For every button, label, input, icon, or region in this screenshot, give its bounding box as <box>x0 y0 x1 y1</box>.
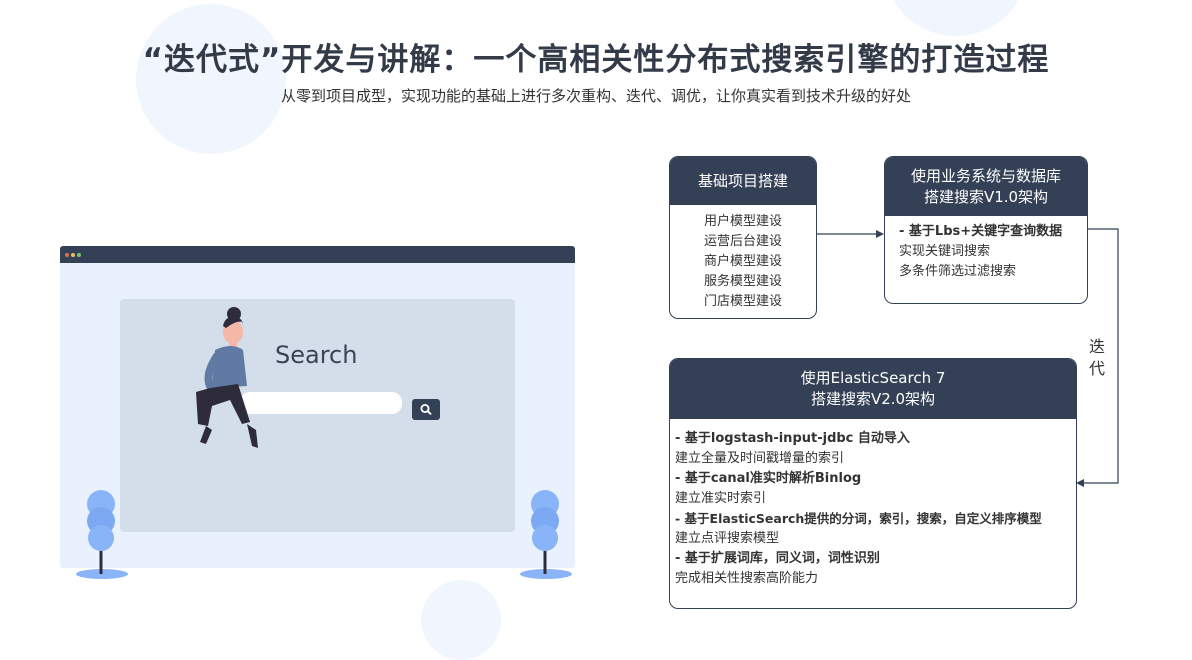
arrow-box1-to-box2 <box>817 230 884 238</box>
box2-item: 实现关键词搜索 <box>899 244 991 259</box>
box2-item: - 基于Lbs+关键字查询数据 <box>899 224 1063 239</box>
box-v1-body: - 基于Lbs+关键字查询数据 实现关键词搜索 多条件筛选过滤搜索 <box>885 216 1087 282</box>
box1-item: 门店模型建设 <box>703 294 782 309</box>
box-v1-header: 使用业务系统与数据库 搭建搜索V1.0架构 <box>885 157 1087 216</box>
box-v1-title-line2: 搭建搜索V1.0架构 <box>923 188 1049 206</box>
box3-item: 建立准实时索引 <box>675 491 767 506</box>
tree-illustration-left <box>76 490 128 579</box>
browser-illustration: Search <box>60 246 575 568</box>
box1-item: 商户模型建设 <box>703 254 782 269</box>
page-subtitle: 从零到项目成型，实现功能的基础上进行多次重构、迭代、调优，让你真实看到技术升级的… <box>280 87 911 105</box>
page-title: “迭代式”开发与讲解：一个高相关性分布式搜索引擎的打造过程 <box>142 42 1050 78</box>
box3-item: 完成相关性搜索高阶能力 <box>675 571 819 586</box>
box3-item: 建立全量及时间戳增量的索引 <box>675 451 845 466</box>
box3-item: - 基于扩展词库，同义词，词性识别 <box>675 551 880 566</box>
flow-box-v2-architecture: 使用ElasticSearch 7 搭建搜索V2.0架构 - 基于logstas… <box>669 358 1077 609</box>
box1-item: 服务模型建设 <box>703 274 782 289</box>
box-basic-project-header: 基础项目搭建 <box>670 157 816 205</box>
box2-item: 多条件筛选过滤搜索 <box>899 264 1017 279</box>
box3-item: - 基于logstash-input-jdbc 自动导入 <box>675 431 910 446</box>
flow-box-basic-project: 基础项目搭建 用户模型建设 运营后台建设 商户模型建设 服务模型建设 门店模型建… <box>669 156 817 319</box>
box-v2-body: - 基于logstash-input-jdbc 自动导入 建立全量及时间戳增量的… <box>670 419 1076 589</box>
iteration-label: 迭代 <box>1089 337 1106 378</box>
box3-item: - 基于canal准实时解析Binlog <box>675 471 862 486</box>
background-circle-top-right <box>883 0 1029 36</box>
person-illustration <box>196 307 258 448</box>
background-circle-bottom <box>421 580 501 660</box>
box-v1-title-line1: 使用业务系统与数据库 <box>910 167 1061 185</box>
box3-item: 建立点评搜索模型 <box>675 531 780 546</box>
background-circle-left <box>136 4 286 154</box>
box1-item: 运营后台建设 <box>703 234 782 249</box>
box-v2-title-line2: 搭建搜索V2.0架构 <box>810 390 936 408</box>
box-basic-project-body: 用户模型建设 运营后台建设 商户模型建设 服务模型建设 门店模型建设 <box>670 205 816 312</box>
flow-box-v1-architecture: 使用业务系统与数据库 搭建搜索V1.0架构 - 基于Lbs+关键字查询数据 实现… <box>884 156 1088 304</box>
box-v2-header: 使用ElasticSearch 7 搭建搜索V2.0架构 <box>670 359 1076 419</box>
box1-item: 用户模型建设 <box>703 214 782 229</box>
box3-item: - 基于ElasticSearch提供的分词，索引，搜索，自定义排序模型 <box>675 511 1042 526</box>
box-v2-title-line1: 使用ElasticSearch 7 <box>800 369 946 387</box>
box-basic-project-title: 基础项目搭建 <box>697 172 788 190</box>
tree-illustration-right <box>520 490 572 579</box>
